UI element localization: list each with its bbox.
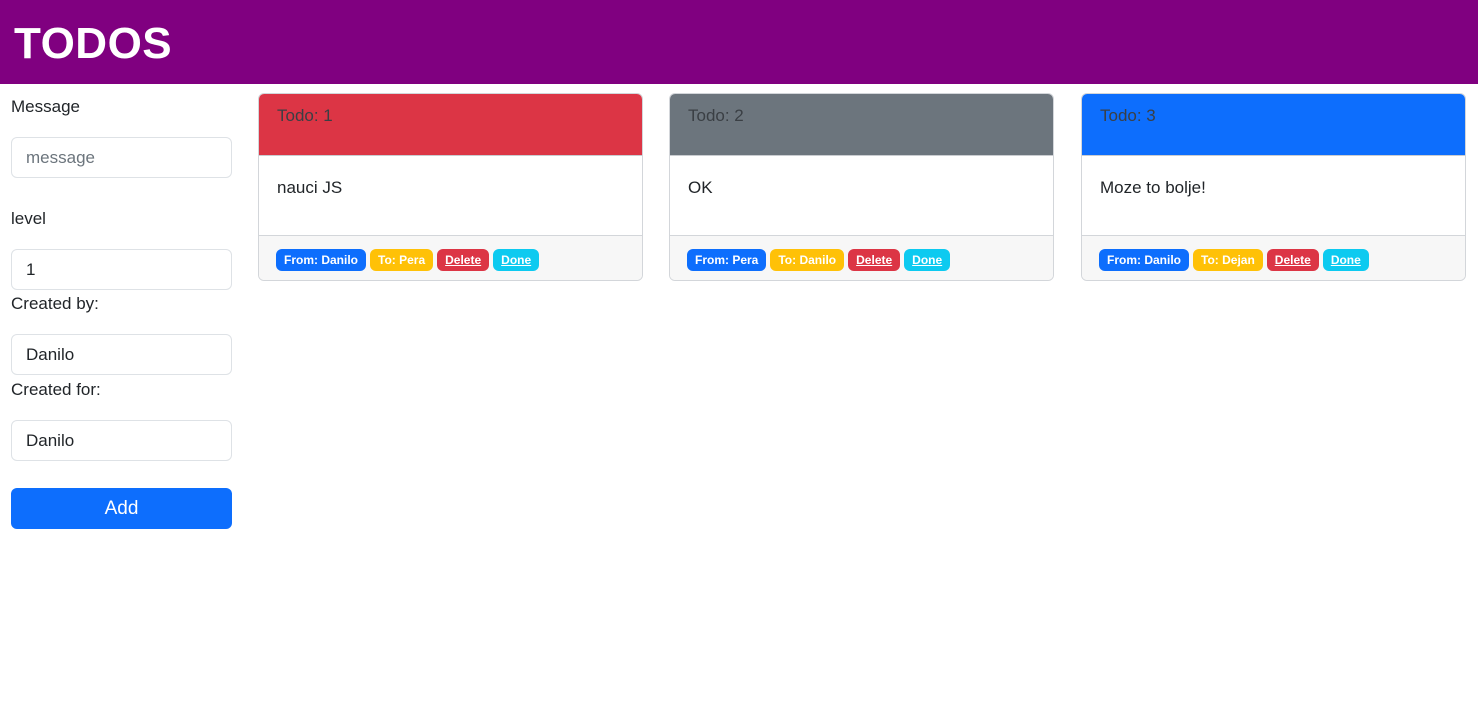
todo-card-title: Todo: 2 xyxy=(688,106,744,125)
todo-card: Todo: 3 Moze to bolje! From: Danilo To: … xyxy=(1081,93,1466,281)
todo-card-title: Todo: 3 xyxy=(1100,106,1156,125)
delete-link[interactable]: Delete xyxy=(1266,249,1319,271)
created-by-input[interactable] xyxy=(11,334,232,375)
created-by-label: Created by: xyxy=(11,294,99,313)
message-input[interactable] xyxy=(11,137,232,178)
from-badge: From: Danilo xyxy=(276,249,366,271)
to-badge: To: Pera xyxy=(370,249,434,271)
from-badge: From: Pera xyxy=(687,249,767,271)
todo-card: Todo: 1 nauci JS From: Danilo To: Pera D… xyxy=(258,93,643,281)
level-input[interactable] xyxy=(11,249,232,290)
created-for-label: Created for: xyxy=(11,380,101,399)
to-badge: To: Danilo xyxy=(770,249,845,271)
delete-link[interactable]: Delete xyxy=(848,249,901,271)
todo-card-body: OK xyxy=(670,156,1053,236)
level-label: level xyxy=(11,209,46,228)
delete-link[interactable]: Delete xyxy=(437,249,490,271)
from-badge: From: Danilo xyxy=(1099,249,1189,271)
todo-card-footer: From: Pera To: Danilo Delete Done xyxy=(670,235,1053,280)
todo-message: Moze to bolje! xyxy=(1100,178,1206,197)
top-header-bar: TODOS xyxy=(0,0,1478,84)
todo-card-footer: From: Danilo To: Dejan Delete Done xyxy=(1082,235,1465,280)
todo-card: Todo: 2 OK From: Pera To: Danilo Delete … xyxy=(669,93,1054,281)
app-title: TODOS xyxy=(14,19,173,68)
todo-card-title: Todo: 1 xyxy=(277,106,333,125)
done-link[interactable]: Done xyxy=(493,249,540,271)
todo-message: OK xyxy=(688,178,713,197)
todo-card-body: nauci JS xyxy=(259,156,642,236)
todo-card-footer: From: Danilo To: Pera Delete Done xyxy=(259,235,642,280)
todo-card-header: Todo: 3 xyxy=(1082,94,1465,156)
done-link[interactable]: Done xyxy=(1322,249,1369,271)
add-button[interactable]: Add xyxy=(11,488,232,529)
to-badge: To: Dejan xyxy=(1193,249,1263,271)
todo-card-header: Todo: 1 xyxy=(259,94,642,156)
message-label: Message xyxy=(11,97,80,116)
todo-card-body: Moze to bolje! xyxy=(1082,156,1465,236)
todo-card-header: Todo: 2 xyxy=(670,94,1053,156)
done-link[interactable]: Done xyxy=(904,249,951,271)
todo-message: nauci JS xyxy=(277,178,343,197)
created-for-input[interactable] xyxy=(11,420,232,461)
